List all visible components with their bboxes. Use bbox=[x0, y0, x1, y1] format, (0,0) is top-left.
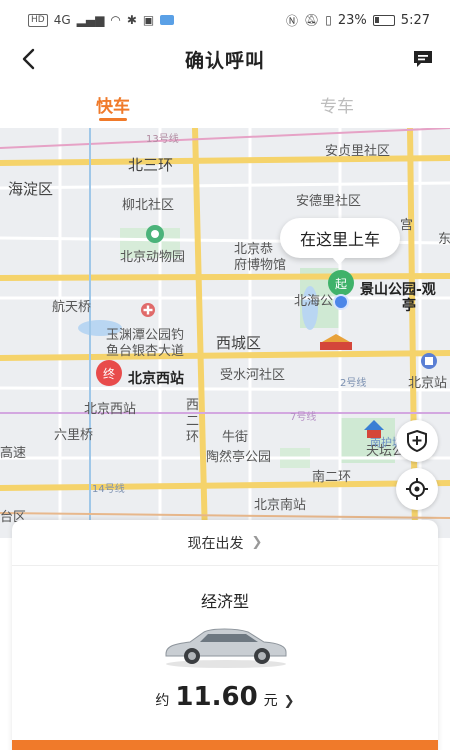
service-tabs: 快车 专车 bbox=[0, 88, 450, 126]
tab-zhuanche[interactable]: 专车 bbox=[292, 92, 382, 117]
nfc-icon: Ⓝ bbox=[286, 13, 299, 28]
pickup-bubble[interactable]: 在这里上车 bbox=[280, 218, 400, 265]
tab-kuaiche[interactable]: 快车 bbox=[68, 92, 158, 117]
map-label: 海淀区 bbox=[8, 180, 54, 198]
map-label: 北京站 bbox=[408, 376, 448, 391]
tiananmen-icon bbox=[320, 334, 352, 350]
map-label: 宫 bbox=[400, 218, 414, 233]
vibrate-icon: ▯ bbox=[325, 13, 332, 27]
hospital-icon bbox=[141, 303, 155, 317]
header: 确认呼叫 bbox=[0, 40, 450, 78]
page: HD 4G ▂▄▆ ◠ ✱ ▣ Ⓝ 🔕︎ ▯ 23% 5:27 确认呼叫 快车 … bbox=[0, 0, 450, 750]
map-label: 北京南站 bbox=[254, 498, 307, 513]
back-button[interactable] bbox=[14, 44, 44, 74]
battery-percent: 23% bbox=[337, 12, 367, 28]
call-button-edge[interactable] bbox=[12, 740, 438, 750]
price-estimate[interactable]: 约 11.60 元 ❯ bbox=[12, 682, 438, 712]
map-label: 高速 bbox=[0, 446, 27, 461]
ride-card: 现在出发 ❯ 经济型 约 11.60 元 ❯ bbox=[12, 520, 438, 750]
map-label: 北京动物园 bbox=[120, 250, 186, 265]
map-label: 安德里社区 bbox=[296, 194, 362, 209]
message-button[interactable] bbox=[410, 46, 436, 72]
crosshair-icon bbox=[406, 478, 428, 500]
tab-active-indicator bbox=[99, 118, 127, 121]
start-pin: 起 bbox=[328, 270, 354, 296]
notification-icon: ▣ bbox=[142, 13, 155, 27]
price-prefix: 约 bbox=[155, 693, 170, 709]
wifi-icon: ◠ bbox=[110, 13, 121, 27]
map-label: 航天桥 bbox=[52, 300, 92, 315]
map-label: 鱼台银杏大道 bbox=[106, 344, 185, 359]
car-type-label: 经济型 bbox=[200, 592, 249, 611]
chevron-left-icon bbox=[22, 48, 35, 70]
locate-button[interactable] bbox=[396, 468, 438, 510]
map-label: 南二环 bbox=[312, 470, 352, 485]
clock: 5:27 bbox=[400, 12, 430, 28]
battery-icon bbox=[372, 14, 395, 26]
map-label: 安贞里社区 bbox=[325, 144, 391, 159]
page-title: 确认呼叫 bbox=[184, 49, 265, 72]
map-label: 陶然亭公园 bbox=[206, 450, 272, 465]
status-left: HD 4G ▂▄▆ ◠ ✱ ▣ bbox=[28, 13, 175, 27]
signal-icon: ▂▄▆ bbox=[76, 13, 105, 27]
app-badge-icon bbox=[160, 15, 175, 25]
map-view[interactable]: 北三环 海淀区 柳北社区 安贞里社区 安德里社区 北京动物园 北京恭 府博物馆 … bbox=[0, 128, 450, 538]
price-amount: 11.60 bbox=[175, 682, 258, 712]
map-label: 柳北社区 bbox=[122, 198, 175, 213]
depart-time-selector[interactable]: 现在出发 ❯ bbox=[12, 520, 438, 566]
status-bar: HD 4G ▂▄▆ ◠ ✱ ▣ Ⓝ 🔕︎ ▯ 23% 5:27 bbox=[0, 0, 450, 40]
current-location-dot bbox=[333, 294, 349, 310]
end-pin: 终 bbox=[96, 360, 122, 386]
map-label: 东 bbox=[438, 232, 450, 247]
chevron-right-icon: ❯ bbox=[283, 694, 295, 709]
map-label: 14号线 bbox=[92, 484, 125, 495]
pickup-place-label-2: 亭 bbox=[402, 298, 416, 314]
price-unit: 元 bbox=[263, 693, 278, 709]
chevron-right-icon: ❯ bbox=[251, 535, 263, 550]
map-label: 北海公 bbox=[294, 294, 334, 309]
car-image bbox=[165, 628, 287, 668]
destination-label: 北京西站 bbox=[128, 371, 184, 387]
depart-label: 现在出发 bbox=[187, 535, 244, 552]
station-icon bbox=[421, 353, 437, 369]
mute-icon: 🔕︎ bbox=[304, 13, 320, 27]
map-label: 北三环 bbox=[128, 156, 174, 174]
hd-badge: HD bbox=[28, 13, 48, 27]
map-label: 府博物馆 bbox=[234, 258, 287, 273]
map-label: 环 bbox=[186, 430, 200, 445]
map-label: 北京西站 bbox=[84, 402, 137, 417]
app-icon: ✱ bbox=[126, 13, 137, 27]
map-label: 2号线 bbox=[340, 378, 367, 389]
map-label: 西城区 bbox=[216, 334, 262, 352]
temple-icon bbox=[364, 420, 384, 438]
map-label: 受水河社区 bbox=[220, 368, 286, 383]
message-icon bbox=[414, 51, 432, 67]
pickup-place-label: 景山公园-观 bbox=[360, 282, 436, 298]
safety-center-button[interactable] bbox=[396, 420, 438, 462]
map-label: 7号线 bbox=[290, 412, 317, 423]
shield-icon bbox=[407, 429, 427, 453]
map-label: 13号线 bbox=[146, 134, 179, 145]
status-right: Ⓝ 🔕︎ ▯ 23% 5:27 bbox=[286, 12, 430, 29]
zoo-icon bbox=[146, 225, 164, 243]
map-label: 六里桥 bbox=[54, 428, 94, 443]
network-label: 4G bbox=[53, 13, 71, 27]
map-label: 牛街 bbox=[222, 430, 249, 445]
